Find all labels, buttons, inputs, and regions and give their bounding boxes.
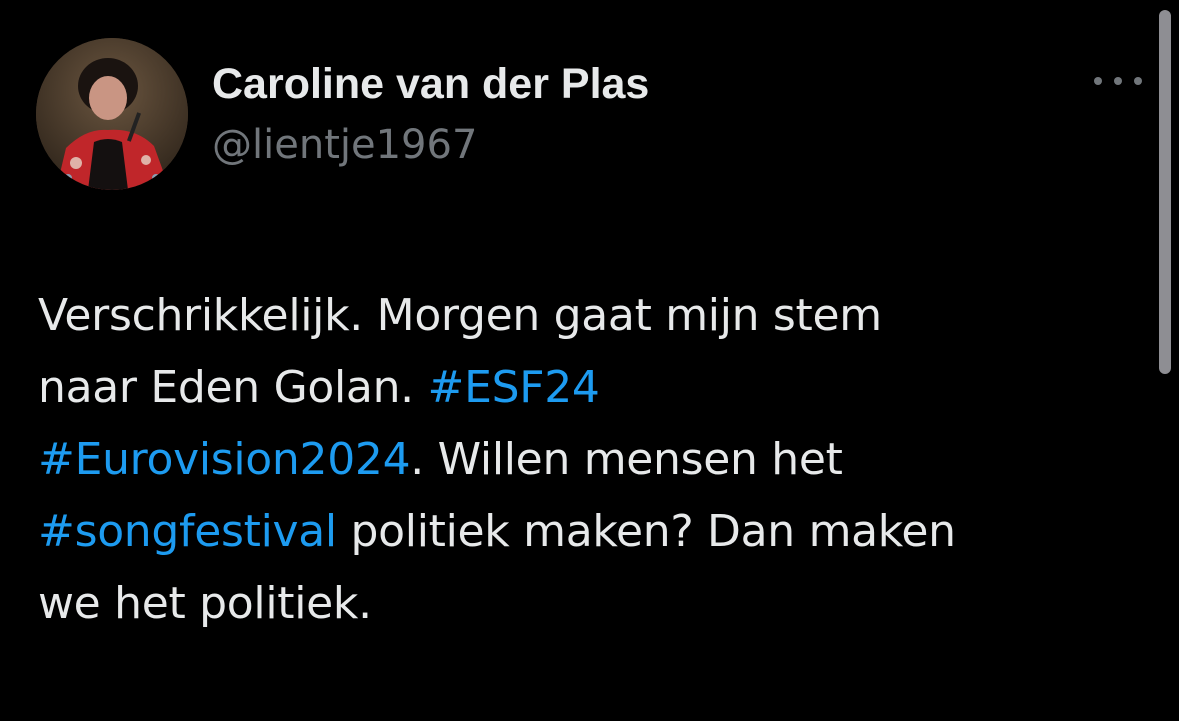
- tweet-line: #Eurovision2024. Willen mensen het: [38, 424, 1138, 496]
- tweet-text-segment: politiek maken? Dan maken: [336, 506, 957, 557]
- tweet-text: Verschrikkelijk. Morgen gaat mijn stem n…: [38, 280, 1138, 640]
- hashtag-link-esf24[interactable]: #ESF24: [428, 362, 600, 413]
- more-dot: [1114, 77, 1122, 85]
- author-handle[interactable]: @lientje1967: [212, 119, 477, 171]
- tweet-line: naar Eden Golan. #ESF24: [38, 352, 1138, 424]
- tweet-line: #songfestival politiek maken? Dan maken: [38, 496, 1138, 568]
- tweet-text-segment: we het politiek.: [38, 578, 372, 629]
- tweet-card: Caroline van der Plas @lientje1967 Versc…: [0, 0, 1179, 721]
- tweet-text-segment: Verschrikkelijk. Morgen gaat mijn stem: [38, 290, 882, 341]
- author-display-name[interactable]: Caroline van der Plas: [212, 56, 649, 112]
- tweet-text-segment: naar Eden Golan.: [38, 362, 428, 413]
- more-dot: [1094, 77, 1102, 85]
- avatar[interactable]: [36, 38, 188, 190]
- more-dot: [1134, 77, 1142, 85]
- more-horizontal-icon[interactable]: [1094, 66, 1142, 96]
- tweet-line: we het politiek.: [38, 568, 1138, 640]
- tweet-line: Verschrikkelijk. Morgen gaat mijn stem: [38, 280, 1138, 352]
- hashtag-link-eurovision2024[interactable]: #Eurovision2024: [38, 434, 411, 485]
- tweet-text-segment: . Willen mensen het: [410, 434, 843, 485]
- avatar-image: [36, 38, 188, 190]
- hashtag-link-songfestival[interactable]: #songfestival: [38, 506, 337, 557]
- scrollbar[interactable]: [1159, 10, 1171, 374]
